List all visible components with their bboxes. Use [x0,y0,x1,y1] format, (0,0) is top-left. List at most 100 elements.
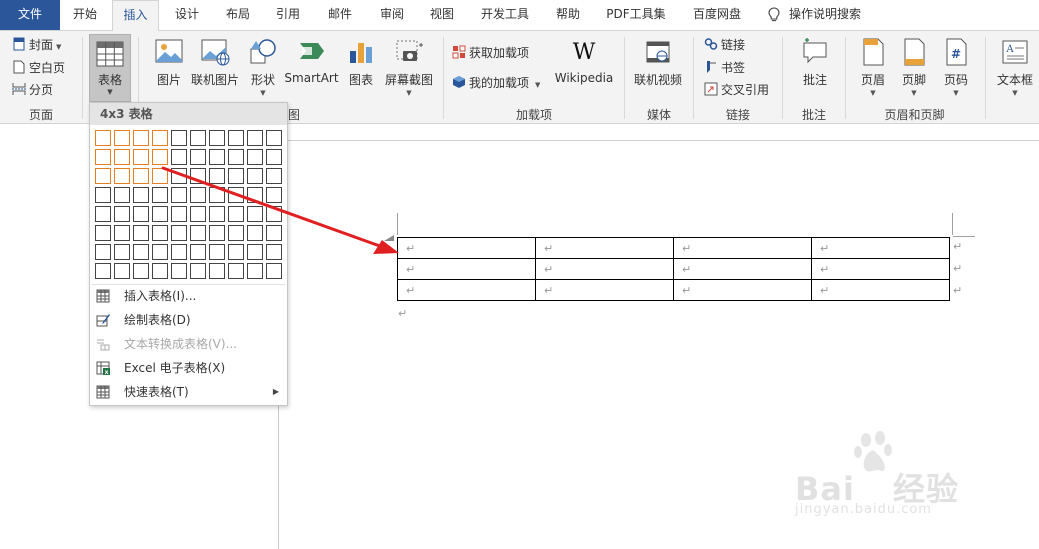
table-cell[interactable]: ↵ [811,258,950,280]
table-cell[interactable]: ↵ [397,258,536,280]
grid-cell[interactable] [190,187,206,203]
grid-cell[interactable] [190,206,206,222]
tab-home[interactable]: 开始 [60,0,110,30]
grid-cell[interactable] [190,263,206,279]
grid-cell[interactable] [209,168,225,184]
grid-cell[interactable] [95,244,111,260]
grid-cell[interactable] [95,206,111,222]
grid-cell[interactable] [114,263,130,279]
grid-cell[interactable] [266,168,282,184]
grid-cell[interactable] [266,225,282,241]
table-cell[interactable]: ↵ [397,279,536,301]
grid-cell[interactable] [266,149,282,165]
grid-cell[interactable] [247,263,263,279]
inserted-table[interactable]: ↵ ↵ ↵ ↵ ↵ ↵ ↵ ↵ ↵ ↵ ↵ ↵ [397,237,950,301]
grid-cell[interactable] [152,149,168,165]
table-size-grid[interactable] [95,130,285,282]
get-addins-button[interactable]: 获取加载项 [452,43,529,63]
grid-cell[interactable] [228,168,244,184]
grid-cell[interactable] [228,149,244,165]
wikipedia-button[interactable]: W Wikipedia [554,37,614,85]
online-picture-button[interactable]: 联机图片 [190,37,240,88]
online-video-button[interactable]: 联机视频 [631,37,685,88]
grid-cell[interactable] [247,130,263,146]
grid-cell[interactable] [266,187,282,203]
grid-cell[interactable] [247,168,263,184]
grid-cell[interactable] [114,244,130,260]
grid-cell[interactable] [114,206,130,222]
grid-cell[interactable] [171,244,187,260]
grid-cell[interactable] [95,149,111,165]
bookmark-button[interactable]: 书签 [704,58,745,78]
grid-cell[interactable] [247,225,263,241]
grid-cell[interactable] [171,168,187,184]
grid-cell[interactable] [228,130,244,146]
my-addins-button[interactable]: 我的加载项 ▼ [452,73,540,93]
grid-cell[interactable] [171,130,187,146]
grid-cell[interactable] [152,206,168,222]
grid-cell[interactable] [228,263,244,279]
grid-cell[interactable] [266,244,282,260]
grid-cell[interactable] [152,168,168,184]
chart-button[interactable]: 图表 [344,37,378,88]
grid-cell[interactable] [190,225,206,241]
grid-cell[interactable] [247,206,263,222]
table-cell[interactable]: ↵ [673,258,812,280]
grid-cell[interactable] [152,130,168,146]
textbox-button[interactable]: A 文本框 ▼ [993,37,1037,97]
grid-cell[interactable] [171,149,187,165]
grid-cell[interactable] [152,244,168,260]
grid-cell[interactable] [209,130,225,146]
menu-draw-table[interactable]: 绘制表格(D) [90,308,287,332]
grid-cell[interactable] [171,263,187,279]
grid-cell[interactable] [266,263,282,279]
grid-cell[interactable] [209,263,225,279]
blank-page-button[interactable]: 空白页 [12,58,65,78]
grid-cell[interactable] [95,263,111,279]
grid-cell[interactable] [209,149,225,165]
grid-cell[interactable] [152,263,168,279]
cover-page-button[interactable]: 封面 ▼ [12,35,61,55]
tab-insert[interactable]: 插入 [112,0,159,31]
grid-cell[interactable] [133,225,149,241]
tab-design[interactable]: 设计 [162,0,212,30]
grid-cell[interactable] [190,149,206,165]
grid-cell[interactable] [133,130,149,146]
grid-cell[interactable] [95,168,111,184]
grid-cell[interactable] [190,130,206,146]
grid-cell[interactable] [171,187,187,203]
grid-cell[interactable] [133,149,149,165]
table-move-handle-icon[interactable] [383,234,395,242]
grid-cell[interactable] [266,206,282,222]
tab-baidu-netdisk[interactable]: 百度网盘 [683,0,751,30]
screenshot-button[interactable]: 屏幕截图 ▼ [382,37,436,97]
table-cell[interactable]: ↵ [811,237,950,259]
grid-cell[interactable] [190,168,206,184]
tab-references[interactable]: 引用 [264,0,312,30]
page-number-button[interactable]: # 页码 ▼ [938,37,974,97]
link-button[interactable]: 链接 [704,35,745,55]
grid-cell[interactable] [247,149,263,165]
grid-cell[interactable] [133,206,149,222]
tab-mailings[interactable]: 邮件 [315,0,365,30]
picture-button[interactable]: 图片 [150,37,188,88]
grid-cell[interactable] [133,187,149,203]
grid-cell[interactable] [228,206,244,222]
grid-cell[interactable] [190,244,206,260]
tab-developer[interactable]: 开发工具 [473,0,537,30]
menu-excel-spreadsheet[interactable]: x Excel 电子表格(X) [90,356,287,380]
grid-cell[interactable] [95,130,111,146]
smartart-button[interactable]: SmartArt [284,37,339,85]
table-cell[interactable]: ↵ [673,237,812,259]
shapes-button[interactable]: 形状 ▼ [245,37,281,97]
grid-cell[interactable] [209,225,225,241]
menu-insert-table[interactable]: 插入表格(I)... [90,284,287,308]
grid-cell[interactable] [247,187,263,203]
table-button[interactable]: 表格 ▼ [89,34,131,102]
grid-cell[interactable] [209,206,225,222]
table-cell[interactable]: ↵ [673,279,812,301]
grid-cell[interactable] [228,225,244,241]
grid-cell[interactable] [152,225,168,241]
grid-cell[interactable] [95,225,111,241]
grid-cell[interactable] [114,130,130,146]
